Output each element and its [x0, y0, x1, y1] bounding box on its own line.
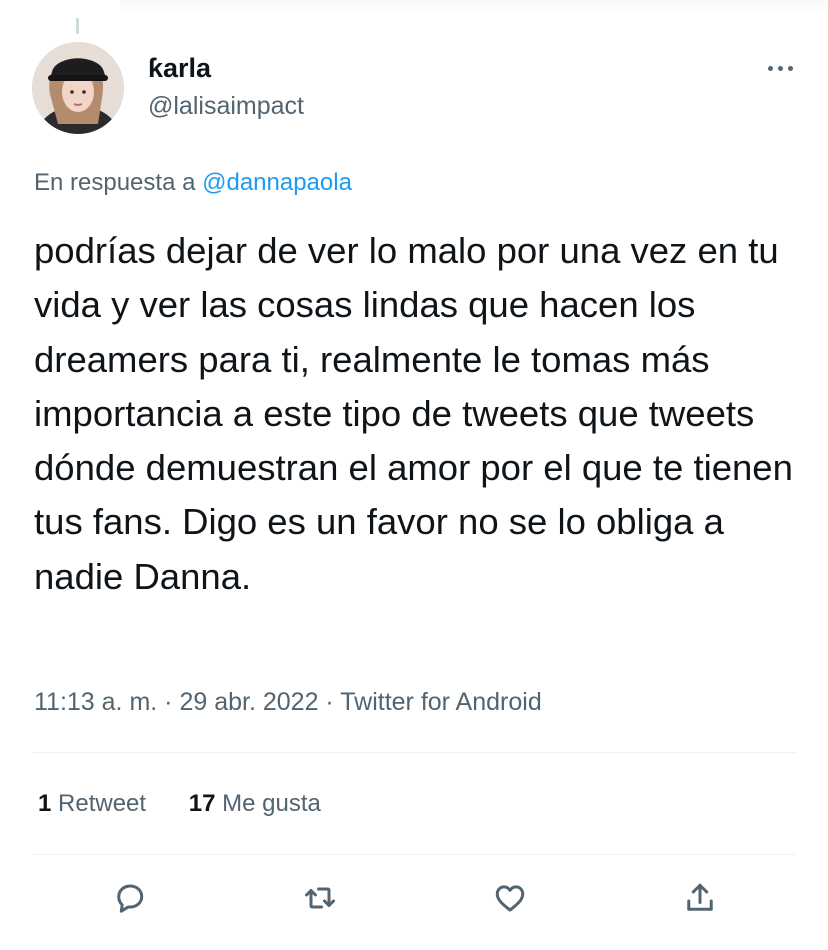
retweets-label: Retweet — [58, 790, 147, 817]
reply-mention-link[interactable]: @dannapaola — [202, 169, 352, 196]
meta-separator: · — [164, 688, 173, 716]
more-dot-icon — [787, 65, 793, 71]
share-icon — [687, 883, 713, 911]
tweet-header: ƙarla @lalisaimpact — [32, 42, 804, 134]
meta-separator: · — [325, 688, 334, 716]
retweets-stat[interactable]: 1 Retweet — [38, 788, 146, 820]
divider — [32, 854, 796, 855]
reply-button[interactable] — [106, 874, 154, 922]
likes-stat[interactable]: 17 Me gusta — [189, 788, 321, 820]
retweet-icon — [305, 887, 335, 909]
avatar-image — [32, 42, 124, 134]
tweet-text: podrías dejar de ver lo malo por una vez… — [34, 230, 793, 597]
action-bar — [32, 874, 796, 928]
reply-context: En respuesta a @dannapaola — [34, 168, 352, 198]
like-icon — [495, 885, 525, 912]
tweet-meta: 11:13 a. m. · 29 abr. 2022 · Twitter for… — [34, 686, 542, 718]
tweet-source[interactable]: Twitter for Android — [340, 688, 541, 716]
user-handle[interactable]: @lalisaimpact — [148, 90, 304, 122]
reply-prefix: En respuesta a — [34, 169, 196, 196]
thread-line — [76, 18, 79, 34]
top-fade — [120, 0, 828, 14]
more-dot-icon — [777, 65, 783, 71]
display-name[interactable]: ƙarla — [148, 52, 304, 84]
likes-count: 17 — [188, 790, 216, 817]
likes-label: Me gusta — [222, 790, 321, 817]
more-options-button[interactable] — [758, 56, 802, 80]
author-info: ƙarla @lalisaimpact — [148, 52, 304, 122]
tweet-time[interactable]: 11:13 a. m. — [34, 688, 157, 716]
more-dot-icon — [767, 65, 773, 71]
avatar[interactable] — [32, 42, 124, 134]
tweet-date[interactable]: 29 abr. 2022 — [179, 688, 318, 716]
reply-icon — [117, 884, 144, 913]
share-button[interactable] — [676, 874, 724, 922]
like-button[interactable] — [486, 874, 534, 922]
retweets-count: 1 — [38, 790, 52, 817]
tweet-stats: 1 Retweet 17 Me gusta — [38, 788, 357, 820]
retweet-button[interactable] — [296, 874, 344, 922]
divider — [32, 752, 796, 753]
